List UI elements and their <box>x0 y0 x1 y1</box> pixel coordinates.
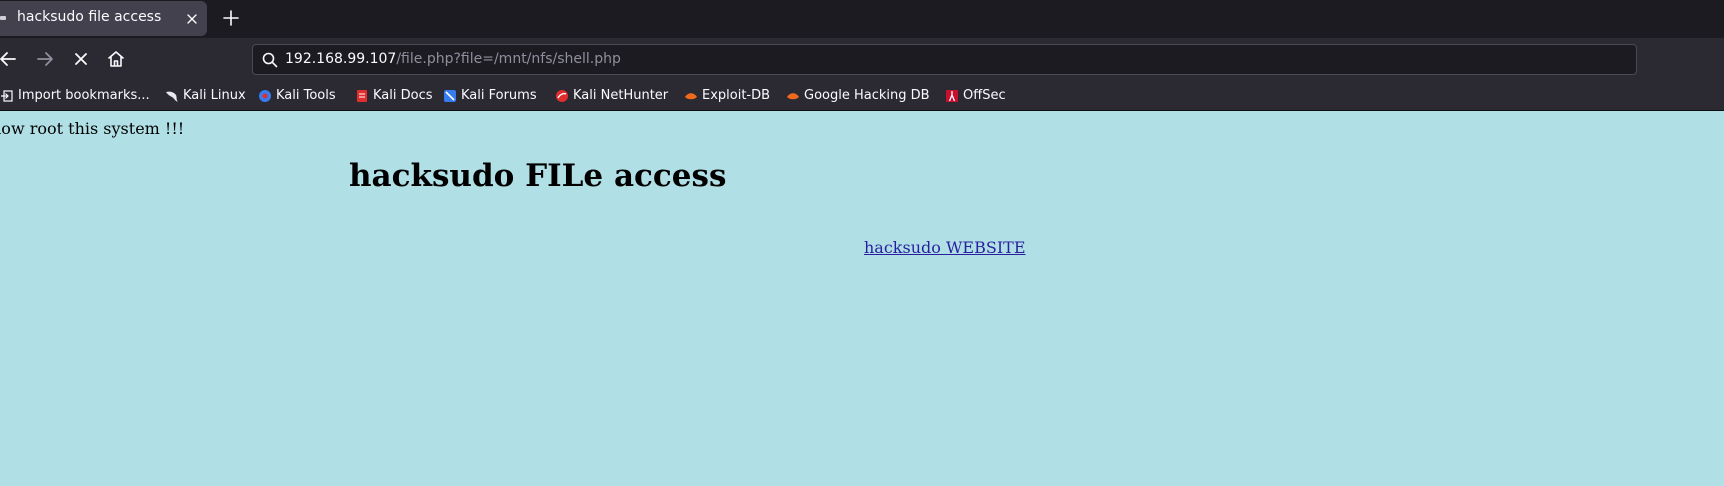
bookmark-label: Kali Linux <box>183 88 246 103</box>
tab-active[interactable]: hacksudo file access <box>0 1 207 36</box>
url-path: /file.php?file=/mnt/nfs/shell.php <box>396 51 621 67</box>
bookmarks-toolbar: Import bookmarks... Kali Linux Kali Tool… <box>0 80 1724 111</box>
page-content: now root this system !!! hacksudo FILe a… <box>0 111 1724 486</box>
offsec-icon <box>946 90 958 102</box>
kali-docs-icon <box>357 90 367 102</box>
bookmark-import[interactable]: Import bookmarks... <box>0 87 150 105</box>
website-link[interactable]: hacksudo WEBSITE <box>864 238 1026 257</box>
bookmark-kali-nethunter[interactable]: Kali NetHunter <box>555 87 668 105</box>
bookmark-label: Kali Forums <box>461 88 537 103</box>
url-text[interactable]: 192.168.99.107/file.php?file=/mnt/nfs/sh… <box>285 51 621 67</box>
bookmark-label: Google Hacking DB <box>804 88 930 103</box>
bookmark-label: Kali Docs <box>373 88 433 103</box>
url-bar[interactable]: 192.168.99.107/file.php?file=/mnt/nfs/sh… <box>252 44 1637 75</box>
bookmark-label: Kali NetHunter <box>573 88 669 103</box>
kali-forums-icon <box>444 90 456 102</box>
page-note: now root this system !!! <box>0 119 185 138</box>
nav-toolbar: 192.168.99.107/file.php?file=/mnt/nfs/sh… <box>0 38 1724 80</box>
bookmark-google-hacking-db[interactable]: Google Hacking DB <box>786 87 930 105</box>
back-arrow-icon[interactable] <box>0 47 20 71</box>
google-hacking-db-icon <box>787 93 799 100</box>
tab-strip: hacksudo file access <box>0 0 1724 38</box>
bookmark-kali-linux[interactable]: Kali Linux <box>165 87 246 105</box>
import-icon <box>1 90 13 102</box>
new-tab-plus-icon[interactable] <box>221 8 241 28</box>
stop-loading-icon[interactable] <box>69 47 93 71</box>
tab-title: hacksudo file access <box>17 9 162 25</box>
bookmark-label: Kali Tools <box>276 88 336 103</box>
page-title: hacksudo FILe access <box>349 158 727 194</box>
bookmark-kali-tools[interactable]: Kali Tools <box>258 87 336 105</box>
bookmark-label: OffSec <box>963 88 1006 103</box>
kali-tools-icon <box>259 90 271 102</box>
kali-nethunter-icon <box>556 90 568 102</box>
bookmark-exploit-db[interactable]: Exploit-DB <box>684 87 770 105</box>
bookmark-offsec[interactable]: OffSec <box>945 87 1006 105</box>
home-icon[interactable] <box>104 47 128 71</box>
url-host: 192.168.99.107 <box>285 51 397 67</box>
search-icon <box>262 52 278 68</box>
bookmark-kali-forums[interactable]: Kali Forums <box>443 87 537 105</box>
bookmark-kali-docs[interactable]: Kali Docs <box>355 87 433 105</box>
exploit-db-icon <box>685 93 697 100</box>
bookmark-label: Import bookmarks... <box>18 88 150 103</box>
tab-favicon-icon <box>0 16 6 20</box>
kali-dragon-icon <box>166 91 178 102</box>
browser-window: hacksudo file access 192.168.99.107/file… <box>0 0 1724 486</box>
forward-arrow-icon[interactable] <box>33 47 57 71</box>
close-icon[interactable] <box>183 10 201 28</box>
bookmark-label: Exploit-DB <box>702 88 771 103</box>
